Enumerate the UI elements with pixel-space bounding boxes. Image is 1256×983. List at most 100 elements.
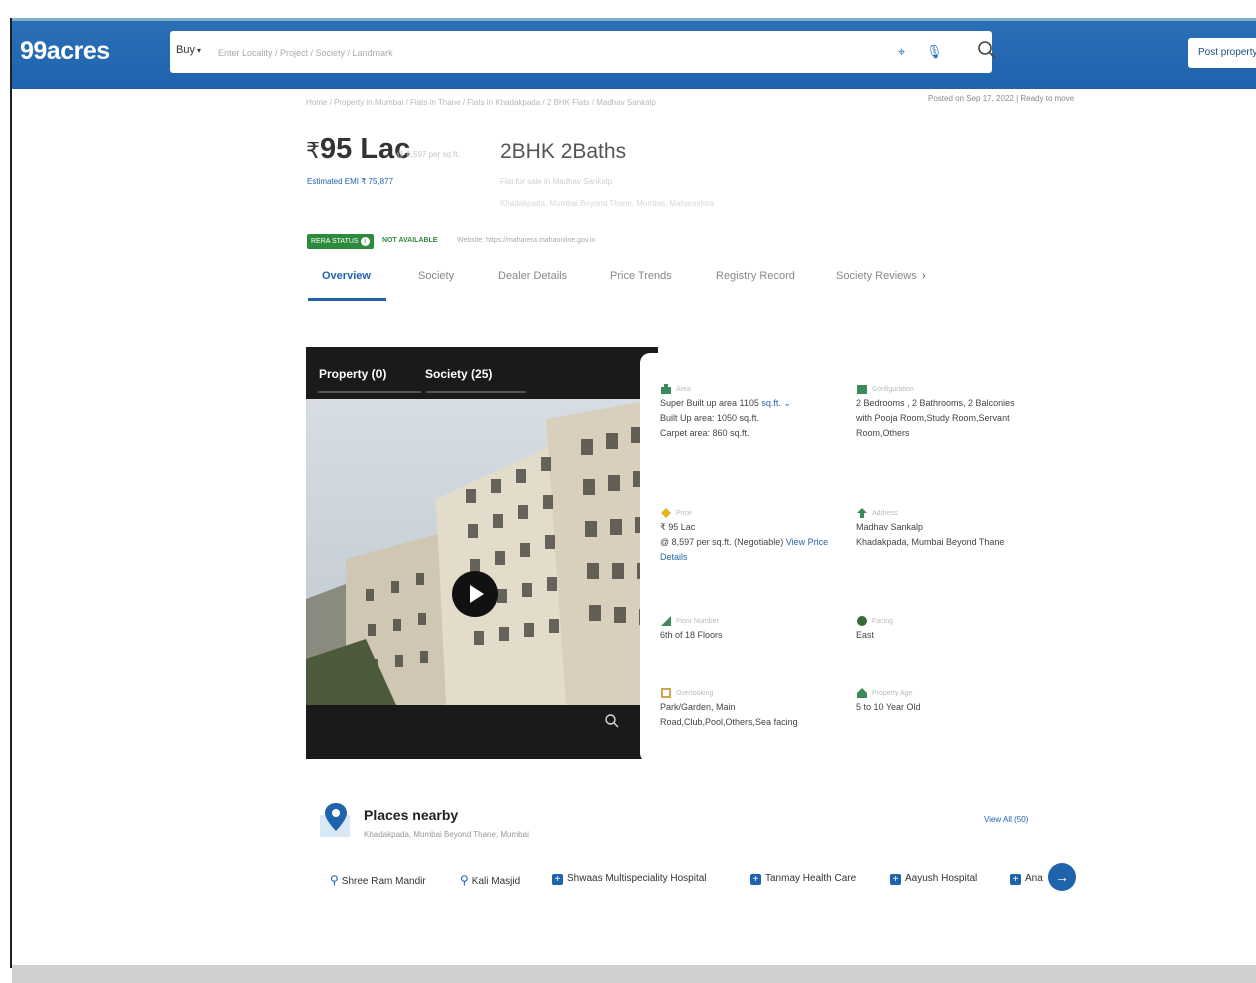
nearby-place-chip[interactable]: + Aayush Hospital: [890, 873, 977, 885]
gallery-tab-property[interactable]: Property (0): [319, 367, 386, 381]
facing-value: East: [856, 630, 875, 640]
address-label: Address: [872, 510, 898, 517]
overlooking-value: Park/Garden, Main Road,Club,Pool,Others,…: [660, 702, 798, 727]
search-input[interactable]: [216, 42, 880, 64]
gallery-tab-underline: [426, 391, 526, 393]
nearby-place-chip[interactable]: ⚲ Kali Masjid: [460, 873, 520, 887]
hospital-icon: +: [750, 874, 761, 885]
price-detail-value: ₹ 95 Lac: [660, 522, 696, 532]
area-label: Area: [676, 386, 691, 393]
play-icon: [470, 585, 484, 603]
tabs-next-icon[interactable]: ›: [922, 270, 926, 282]
chevron-down-icon[interactable]: ⌄: [783, 398, 791, 408]
price-label: Price: [676, 510, 692, 517]
area-unit-dropdown[interactable]: sq.ft.: [761, 398, 781, 408]
price-per-sqft-negotiable: @ 8,597 per sq.ft. (Negotiable): [660, 537, 784, 547]
nearby-place-chip[interactable]: + Ana: [1010, 873, 1043, 885]
price-icon: [661, 507, 671, 518]
nearby-place-name: Tanmay Health Care: [765, 873, 857, 884]
building-photo: [306, 399, 658, 705]
gallery-tab-society[interactable]: Society (25): [425, 367, 492, 381]
search-icon[interactable]: [976, 39, 998, 61]
listing-title: 2BHK 2Baths: [500, 140, 627, 163]
detail-overlooking: Overlooking Park/Garden, Main Road,Club,…: [660, 685, 830, 730]
facing-label: Facing: [872, 618, 894, 625]
play-video-button[interactable]: [452, 571, 498, 617]
price-value: 95 Lac: [320, 133, 411, 165]
gallery-tab-underline: [318, 391, 421, 393]
listing-tabs: Overview Society Dealer Details Price Tr…: [306, 262, 946, 302]
places-nearby-subtitle: Khadakpada, Mumbai Beyond Thane, Mumbai: [364, 830, 529, 839]
hospital-icon: +: [1010, 874, 1021, 885]
buy-dropdown[interactable]: Buy ▾: [176, 44, 201, 56]
compass-icon: [857, 615, 867, 626]
estimated-emi-link[interactable]: Estimated EMI ₹ 75,877: [307, 177, 393, 186]
configuration-value: 2 Bedrooms , 2 Bathrooms, 2 Balconies wi…: [856, 398, 1015, 438]
map-pin-icon: [320, 803, 350, 837]
rera-status-value: NOT AVAILABLE: [382, 237, 438, 244]
bottom-bar: [12, 965, 1256, 983]
nearby-place-name: Kali Masjid: [471, 876, 521, 887]
active-tab-indicator: [308, 298, 386, 301]
frame-left-edge: [10, 18, 12, 968]
location-pin-icon: ⚲: [460, 873, 469, 887]
tab-overview[interactable]: Overview: [322, 270, 371, 282]
tab-society-reviews[interactable]: Society Reviews: [836, 270, 917, 282]
nearby-place-name: Shwaas Multispeciality Hospital: [567, 873, 707, 884]
configuration-label: Configuration: [872, 386, 914, 393]
tab-price-trends[interactable]: Price Trends: [610, 270, 672, 282]
property-details-panel: Area Super Built up area 1105 sq.ft. ⌄ B…: [640, 353, 1035, 763]
nearby-place-chip[interactable]: ⚲ Shree Ram Mandir: [330, 873, 426, 887]
nearby-place-chip[interactable]: + Tanmay Health Care: [750, 873, 856, 885]
tab-registry-record[interactable]: Registry Record: [716, 270, 795, 282]
rera-status-badge[interactable]: RERA STATUS i: [307, 234, 374, 249]
hospital-icon: +: [552, 874, 563, 885]
places-nearby-section: Places nearby Khadakpada, Mumbai Beyond …: [318, 797, 1076, 901]
detail-facing: Facing East: [856, 613, 1031, 643]
carpet-area: Carpet area: 860 sq.ft.: [660, 428, 750, 438]
configuration-icon: [857, 384, 867, 394]
overlooking-icon: [661, 687, 671, 698]
listing-price: ₹95 Lac: [306, 133, 410, 166]
super-builtup-area: Super Built up area 1105: [660, 398, 759, 408]
rupee-symbol: ₹: [306, 138, 320, 163]
hospital-icon: +: [890, 874, 901, 885]
rera-website[interactable]: Website: https://maharera.mahaonline.gov…: [457, 237, 595, 244]
buy-label: Buy: [176, 44, 195, 56]
photo-gallery: Property (0) Society (25): [306, 347, 658, 759]
society-photo[interactable]: [306, 399, 658, 705]
zoom-icon[interactable]: [604, 713, 620, 729]
property-age-icon: [857, 687, 867, 698]
floor-value: 6th of 18 Floors: [660, 630, 723, 640]
microphone-icon[interactable]: 🎙: [926, 44, 943, 60]
places-next-button[interactable]: →: [1048, 863, 1076, 891]
nearby-place-name: Aayush Hospital: [905, 873, 978, 884]
address-line1: Madhav Sankalp: [856, 522, 924, 532]
site-logo[interactable]: 99acres: [20, 37, 110, 66]
search-box: Buy▾ ⌖ 🎙: [170, 31, 996, 73]
posted-date: Posted on Sep 17, 2022 | Ready to move: [928, 94, 1075, 103]
nearby-place-name: Shree Ram Mandir: [341, 876, 426, 887]
address-icon: [857, 507, 867, 518]
nearby-place-name: Ana: [1025, 873, 1043, 884]
detail-floor: Floor Number 6th of 18 Floors: [660, 613, 840, 643]
property-age-label: Property Age: [872, 690, 913, 697]
view-all-places-link[interactable]: View All (50): [984, 815, 1028, 824]
chevron-down-icon: ▾: [196, 46, 201, 55]
breadcrumb[interactable]: Home / Property in Mumbai / Flats in Tha…: [306, 98, 656, 107]
tab-dealer-details[interactable]: Dealer Details: [498, 270, 567, 282]
area-icon: [661, 383, 671, 394]
info-icon[interactable]: i: [360, 237, 370, 246]
listing-subtitle: Flat for sale in Madhav Sankalp: [500, 177, 613, 186]
location-icon[interactable]: ⌖: [898, 44, 905, 60]
detail-property-age: Property Age 5 to 10 Year Old: [856, 685, 1031, 715]
post-property-button[interactable]: Post property: [1188, 38, 1256, 68]
detail-configuration: Configuration 2 Bedrooms , 2 Bathrooms, …: [856, 381, 1031, 441]
arrow-right-icon: →: [1055, 869, 1069, 885]
address-line2: Khadakpada, Mumbai Beyond Thane: [856, 537, 1005, 547]
nearby-place-chip[interactable]: + Shwaas Multispeciality Hospital: [552, 873, 707, 885]
top-navigation-bar: 99acres Buy▾ ⌖ 🎙 Post property: [12, 21, 1256, 89]
floor-icon: [661, 615, 671, 626]
places-nearby-title: Places nearby: [364, 807, 459, 823]
tab-society[interactable]: Society: [418, 270, 454, 282]
